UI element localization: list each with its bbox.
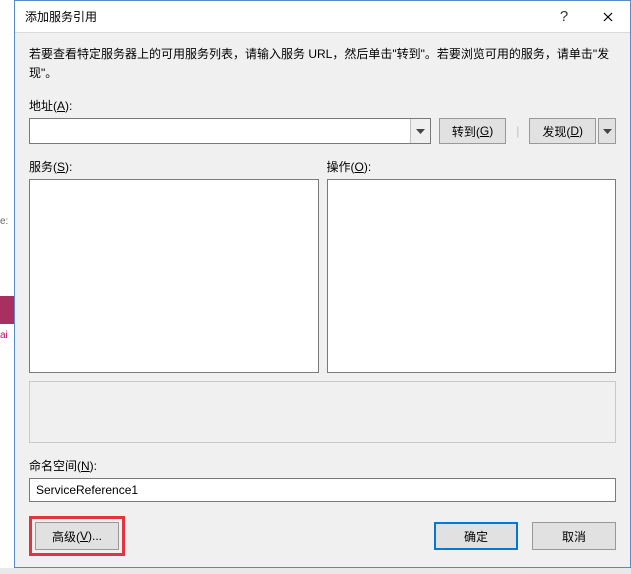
chevron-down-icon xyxy=(603,129,612,134)
address-input[interactable] xyxy=(30,119,410,143)
go-button[interactable]: 转到(G) xyxy=(439,118,506,144)
add-service-reference-dialog: 添加服务引用 ? 若要查看特定服务器上的可用服务列表，请输入服务 URL，然后单… xyxy=(14,0,631,568)
bg-fragment-2: ai xyxy=(0,330,8,341)
discover-split-button: 发现(D) xyxy=(529,118,616,144)
namespace-input[interactable] xyxy=(29,478,616,502)
address-combobox[interactable] xyxy=(29,118,431,144)
ok-button[interactable]: 确定 xyxy=(434,522,518,550)
chevron-down-icon xyxy=(416,129,425,134)
help-button[interactable]: ? xyxy=(542,1,586,32)
services-column: 服务(S): xyxy=(29,158,319,373)
advanced-highlight: 高级(V)... xyxy=(29,516,125,556)
titlebar: 添加服务引用 ? xyxy=(15,1,630,33)
dialog-title: 添加服务引用 xyxy=(25,8,542,25)
namespace-label: 命名空间(N): xyxy=(29,457,616,474)
discover-dropdown-button[interactable] xyxy=(598,118,616,144)
bg-fragment-badge xyxy=(0,296,14,324)
address-dropdown-button[interactable] xyxy=(410,119,430,143)
operations-listbox[interactable] xyxy=(327,179,617,373)
separator: | xyxy=(514,118,521,144)
address-row: 转到(G) | 发现(D) xyxy=(29,118,616,144)
instruction-text: 若要查看特定服务器上的可用服务列表，请输入服务 URL，然后单击"转到"。若要浏… xyxy=(29,45,616,83)
close-icon xyxy=(603,12,613,22)
advanced-button[interactable]: 高级(V)... xyxy=(35,522,119,550)
lists-row: 服务(S): 操作(O): xyxy=(29,158,616,373)
address-label: 地址(A): xyxy=(29,97,616,114)
system-buttons: ? xyxy=(542,1,630,32)
close-button[interactable] xyxy=(586,1,630,32)
footer: 高级(V)... 确定 取消 xyxy=(29,516,616,556)
dialog-content: 若要查看特定服务器上的可用服务列表，请输入服务 URL，然后单击"转到"。若要浏… xyxy=(15,33,630,567)
discover-button[interactable]: 发现(D) xyxy=(529,118,596,144)
services-label: 服务(S): xyxy=(29,158,319,175)
operations-label: 操作(O): xyxy=(327,158,617,175)
operations-column: 操作(O): xyxy=(327,158,617,373)
bg-bottom-strip xyxy=(0,568,631,574)
cancel-button[interactable]: 取消 xyxy=(532,522,616,550)
status-box xyxy=(29,381,616,443)
services-listbox[interactable] xyxy=(29,179,319,373)
bg-fragment-1: e: xyxy=(0,216,8,227)
